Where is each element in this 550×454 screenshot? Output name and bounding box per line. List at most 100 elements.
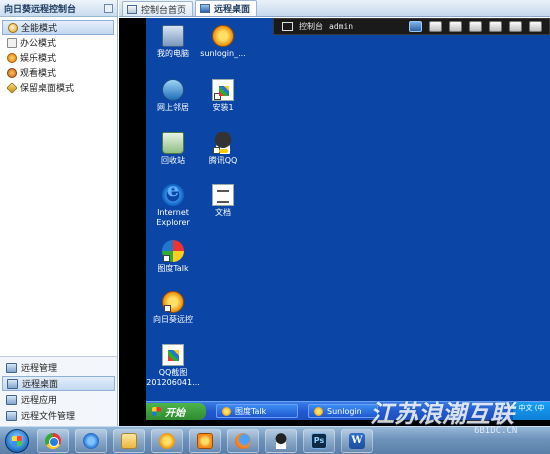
tab-bar: 控制台首页 远程桌面 xyxy=(119,0,550,17)
shortcut-arrow-icon xyxy=(214,93,221,100)
control-bar-user: admin xyxy=(329,22,354,31)
desktop-icon-tudu-talk[interactable]: 图度Talk xyxy=(146,240,205,274)
taskbar-photoshop[interactable]: Ps xyxy=(303,428,335,453)
sunlogin-icon xyxy=(314,406,323,416)
desktop-icon-qq-screenshot[interactable]: QQ截图 201206041... xyxy=(146,344,205,388)
mode-label: 观看模式 xyxy=(20,69,57,79)
windows-flag-icon xyxy=(152,406,161,416)
icon-label: sunlogin_... xyxy=(200,49,246,58)
copy-icon[interactable] xyxy=(469,21,482,32)
tab-label: 远程桌面 xyxy=(214,5,251,15)
icon-label: 向日葵远控 xyxy=(153,315,193,324)
nav-remote-desktop[interactable]: 远程桌面 xyxy=(2,376,115,391)
taskbar-sunlogin-remote[interactable] xyxy=(189,428,221,453)
tab-console-home[interactable]: 控制台首页 xyxy=(122,1,194,16)
sidebar-header: 向日葵远程控制台 xyxy=(0,0,117,17)
fullscreen-icon[interactable] xyxy=(509,21,522,32)
desktop-icon-installer[interactable]: 安装1 xyxy=(191,79,255,113)
desktop-icon-sunlogin[interactable]: sunlogin_... xyxy=(191,25,255,59)
mode-item-keep-desktop[interactable]: 保留桌面模式 xyxy=(2,80,114,95)
desktop-icon-document[interactable]: 文档 xyxy=(191,184,255,218)
recycle-bin-icon xyxy=(162,132,184,154)
icon-label: QQ截图 201206041... xyxy=(146,368,200,387)
desktop-icon-sunflower[interactable]: 向日葵远控 xyxy=(146,291,205,325)
remote-xp-taskbar: 开始 图度Talk Sunlogin 中文 (中 xyxy=(146,401,550,420)
control-bar-tools xyxy=(409,21,549,32)
nav-remote-manage[interactable]: 远程管理 xyxy=(2,360,115,375)
mode-item-entertainment[interactable]: 娱乐模式 xyxy=(2,50,114,65)
tab-remote-desktop[interactable]: 远程桌面 xyxy=(195,0,258,16)
taskbar-firefox[interactable] xyxy=(227,428,259,453)
mouse-icon[interactable] xyxy=(449,21,462,32)
tray-text: 中文 (中 xyxy=(518,404,545,412)
mode-item-watch[interactable]: 观看模式 xyxy=(2,65,114,80)
screen-icon[interactable] xyxy=(409,21,422,32)
task-label: 图度Talk xyxy=(235,406,267,416)
xp-task-sunlogin[interactable]: Sunlogin xyxy=(308,404,378,418)
mode-item-all[interactable]: 全能模式 xyxy=(2,20,114,35)
folder-icon xyxy=(121,432,137,449)
shortcut-arrow-icon xyxy=(163,255,170,262)
remote-desktop-area[interactable]: 我的电脑 sunlogin_... 网上邻居 安装1 回收站 腾讯QQ Inte… xyxy=(146,18,550,419)
desktop-icon-qq[interactable]: 腾讯QQ xyxy=(191,132,255,166)
remote-desktop-icon xyxy=(7,378,18,389)
taskbar-ie[interactable] xyxy=(75,428,107,453)
internet-explorer-icon xyxy=(83,432,99,449)
taskbar-word[interactable]: W xyxy=(341,428,373,453)
firefox-icon xyxy=(235,432,251,449)
remote-file-icon xyxy=(6,410,17,421)
nav-label: 远程文件管理 xyxy=(21,412,76,422)
remote-control-bar: 控制台 admin xyxy=(273,18,550,35)
mode-label: 保留桌面模式 xyxy=(20,84,75,94)
hand-icon[interactable] xyxy=(529,21,542,32)
qq-screenshot-icon xyxy=(162,344,184,366)
chrome-icon xyxy=(45,432,61,449)
icon-label: 安装1 xyxy=(212,103,234,112)
monitor-icon xyxy=(282,22,293,31)
tudu-talk-icon xyxy=(162,240,184,262)
shortcut-arrow-icon xyxy=(164,305,171,312)
nav-label: 远程应用 xyxy=(21,396,58,406)
nav-remote-app[interactable]: 远程应用 xyxy=(2,392,115,407)
remote-manage-icon xyxy=(6,362,17,373)
watch-mode-icon xyxy=(7,67,17,78)
my-computer-icon xyxy=(162,25,184,47)
start-orb-icon[interactable] xyxy=(5,428,29,453)
remote-view[interactable]: 我的电脑 sunlogin_... 网上邻居 安装1 回收站 腾讯QQ Inte… xyxy=(119,18,550,426)
task-label: Sunlogin xyxy=(327,406,362,416)
xp-start-button[interactable]: 开始 xyxy=(146,402,206,420)
icon-label: Internet Explorer xyxy=(156,208,190,227)
tudu-talk-icon xyxy=(222,406,231,416)
xp-system-tray[interactable]: 中文 (中 xyxy=(512,402,550,420)
qq-icon xyxy=(273,432,289,449)
icon-label: 腾讯QQ xyxy=(208,156,238,165)
function-list: 远程管理 远程桌面 远程应用 远程文件管理 xyxy=(0,356,117,426)
monitor-icon xyxy=(200,4,211,13)
internet-explorer-icon xyxy=(162,184,184,206)
network-places-icon xyxy=(162,79,184,101)
sunlogin-remote-icon xyxy=(197,432,213,449)
control-bar-title-group: 控制台 admin xyxy=(274,21,353,32)
sunlogin-icon xyxy=(212,25,234,47)
mode-icon[interactable] xyxy=(429,21,442,32)
nav-remote-file[interactable]: 远程文件管理 xyxy=(2,408,115,423)
nav-label: 远程桌面 xyxy=(22,380,59,390)
icon-label: 图度Talk xyxy=(157,264,189,273)
taskbar-explorer[interactable] xyxy=(113,428,145,453)
sunflower-remote-icon xyxy=(162,291,184,313)
nav-label: 远程管理 xyxy=(21,364,58,374)
xp-task-tudu-talk[interactable]: 图度Talk xyxy=(216,404,298,418)
host-taskbar: Ps W xyxy=(0,426,550,454)
mode-label: 娱乐模式 xyxy=(20,54,57,64)
mode-item-office[interactable]: 办公模式 xyxy=(2,35,114,50)
pin-icon[interactable] xyxy=(104,3,113,13)
add-icon[interactable] xyxy=(489,21,502,32)
left-panel: 向日葵远程控制台 全能模式 办公模式 娱乐模式 观看模式 保留桌面模式 远程管理 xyxy=(0,0,118,426)
office-mode-icon xyxy=(7,37,17,48)
taskbar-sunflower[interactable] xyxy=(151,428,183,453)
installer-icon xyxy=(212,79,234,101)
word-icon: W xyxy=(349,432,365,449)
taskbar-chrome[interactable] xyxy=(37,428,69,453)
taskbar-qq[interactable] xyxy=(265,428,297,453)
home-icon xyxy=(127,4,137,14)
